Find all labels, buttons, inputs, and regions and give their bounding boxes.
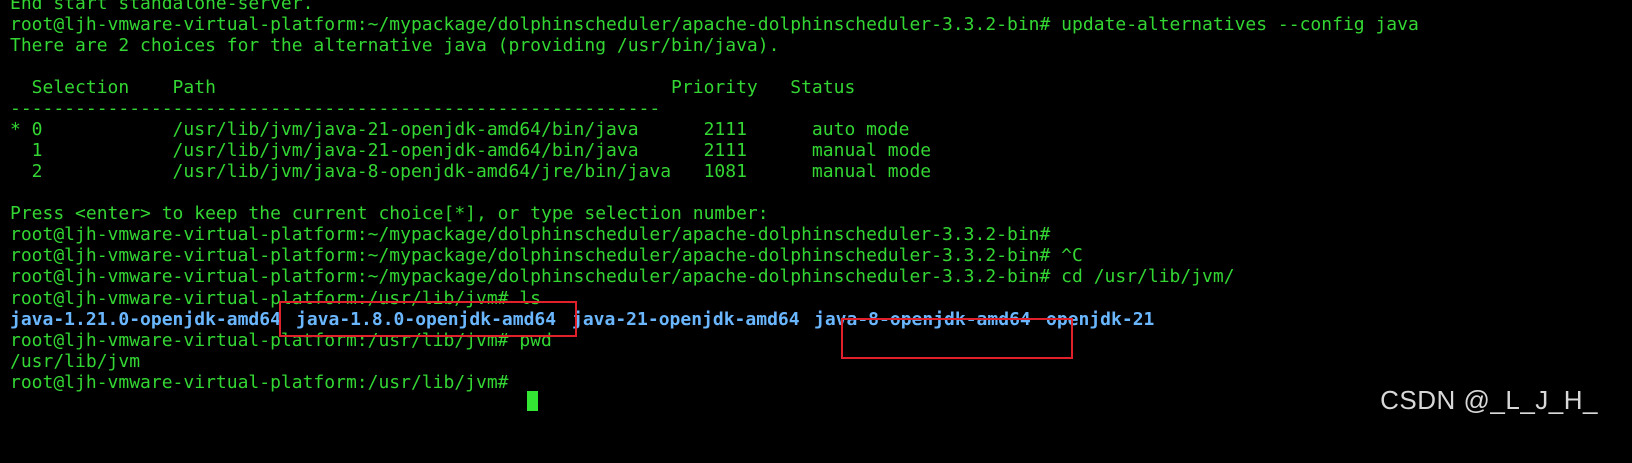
text-cursor [527,391,538,411]
ls-entry: openjdk-21 [1046,309,1155,330]
alternatives-table-row: 2 /usr/lib/jvm/java-8-openjdk-amd64/jre/… [10,161,932,182]
terminal-line: root@ljh-vmware-virtual-platform:~/mypac… [10,245,1083,266]
terminal-line: There are 2 choices for the alternative … [10,35,780,56]
command-prompt[interactable]: root@ljh-vmware-virtual-platform:/usr/li… [10,372,519,394]
terminal-window[interactable]: End start standalone-server. root@ljh-vm… [0,0,1632,433]
alternatives-table-header: Selection Path Priority Status [10,77,856,98]
terminal-line: root@ljh-vmware-virtual-platform:/usr/li… [10,330,552,351]
alternatives-table-row: * 0 /usr/lib/jvm/java-21-openjdk-amd64/b… [10,119,910,140]
terminal-line: End start standalone-server. [10,0,314,14]
terminal-line: root@ljh-vmware-virtual-platform:~/mypac… [10,14,1419,35]
alternatives-table-divider: ----------------------------------------… [10,98,661,119]
alternatives-table-row: 1 /usr/lib/jvm/java-21-openjdk-amd64/bin… [10,140,932,161]
terminal-line: Press <enter> to keep the current choice… [10,203,769,224]
ls-output-line: java-1.21.0-openjdk-amd64 java-1.8.0-ope… [0,309,1632,331]
terminal-line: root@ljh-vmware-virtual-platform:/usr/li… [10,288,542,309]
ls-entry: java-1.8.0-openjdk-amd64 [296,309,557,330]
ls-entry: java-21-openjdk-amd64 [572,309,800,330]
watermark: CSDN @_L_J_H_ [1380,385,1598,415]
terminal-line: root@ljh-vmware-virtual-platform:~/mypac… [10,224,1051,245]
ls-entry: java-1.21.0-openjdk-amd64 [10,309,281,330]
ls-entry: java-8-openjdk-amd64 [814,309,1031,330]
terminal-line: root@ljh-vmware-virtual-platform:~/mypac… [10,266,1235,287]
terminal-line: /usr/lib/jvm [10,351,141,372]
